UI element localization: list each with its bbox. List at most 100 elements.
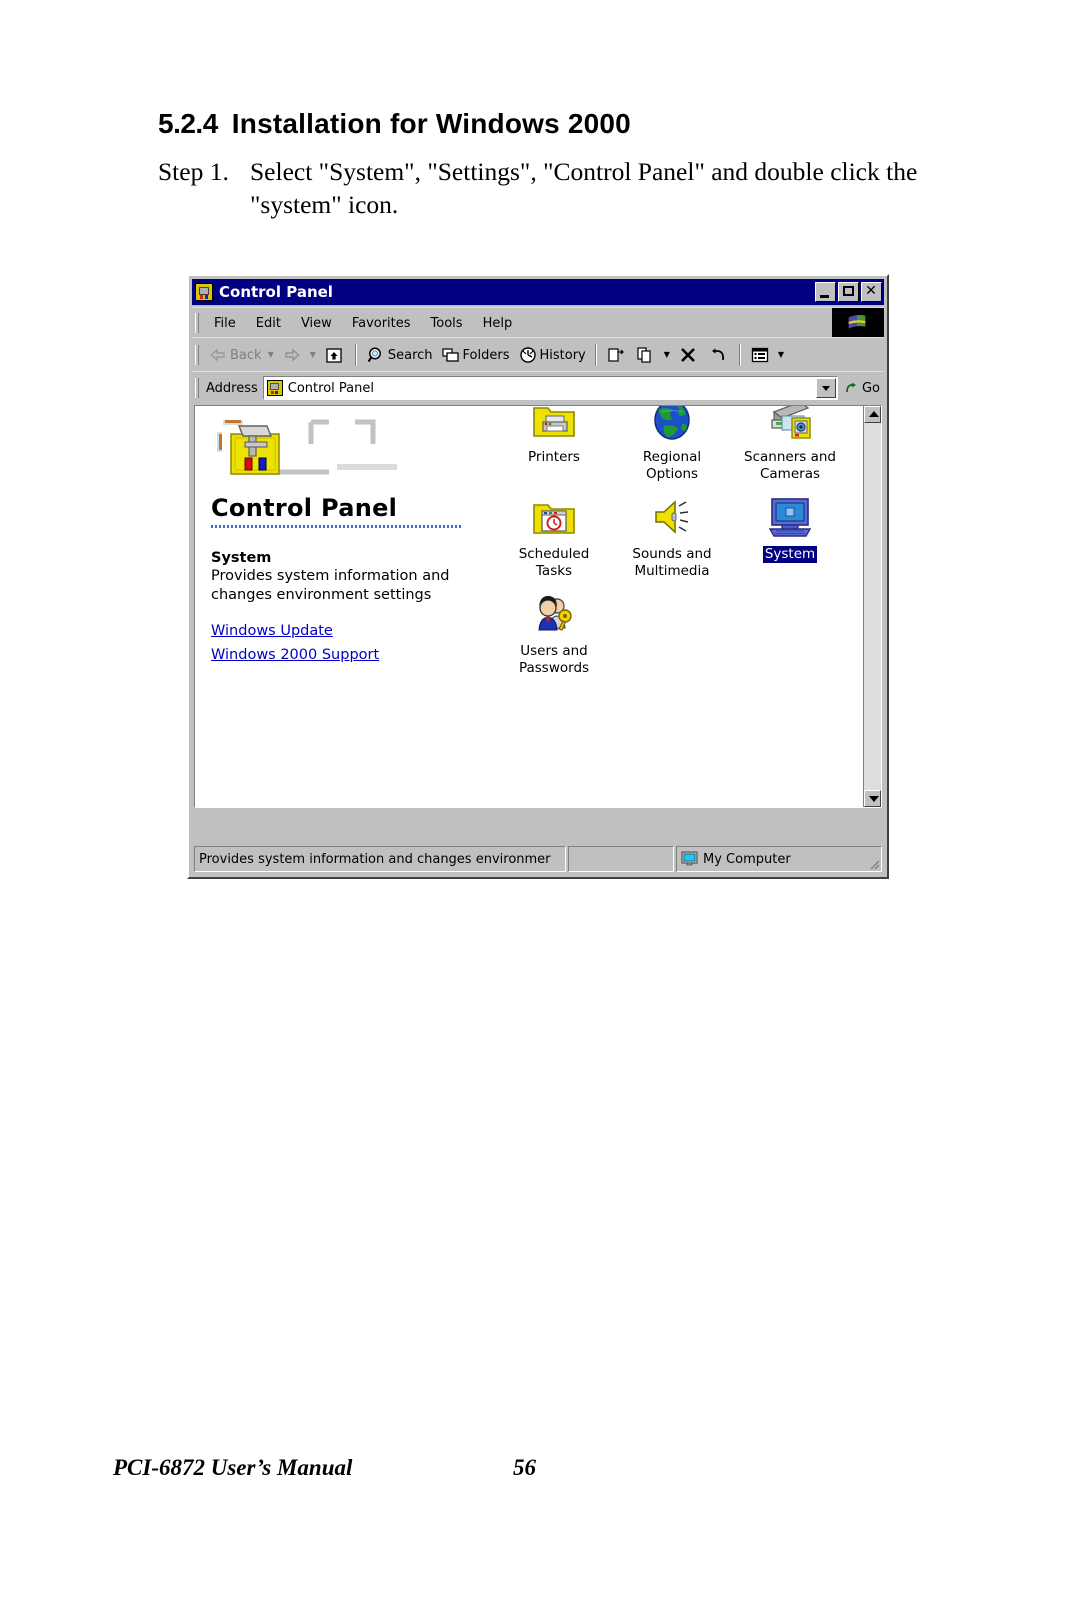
manual-page: 5.2.4 Installation for Windows 2000 Step … — [0, 0, 1080, 1618]
back-dropdown-icon[interactable]: ▼ — [268, 351, 274, 359]
views-icon — [751, 347, 769, 363]
icon-label-scanners-cameras-line1: Scanners and — [744, 449, 836, 465]
undo-icon — [711, 348, 724, 361]
folder-content-area: Control Panel System Provides system inf… — [194, 405, 882, 808]
address-input[interactable]: Control Panel — [262, 376, 838, 400]
menu-bar: File Edit View Favorites Tools Help — [192, 307, 884, 338]
webview-title: Control Panel — [211, 494, 398, 522]
search-icon — [367, 347, 381, 363]
icon-label-regional-options-line1: Regional — [642, 449, 702, 465]
webview-pane: Control Panel System Provides system inf… — [209, 414, 477, 663]
step-paragraph: Step 1. Select "System", "Settings", "Con… — [158, 155, 948, 221]
control-panel-large-icon — [209, 414, 459, 492]
printers-folder-icon — [530, 406, 578, 444]
go-arrow-icon — [846, 382, 856, 393]
windows-2000-support-link[interactable]: Windows 2000 Support — [211, 647, 379, 663]
scanners-cameras-icon — [766, 406, 814, 444]
my-computer-icon — [681, 851, 698, 866]
close-icon[interactable] — [861, 282, 882, 302]
search-label: Search — [387, 347, 433, 363]
move-to-button[interactable] — [602, 341, 632, 369]
go-label: Go — [861, 380, 880, 396]
resize-grip-icon[interactable] — [866, 856, 880, 870]
search-button[interactable]: Search — [362, 341, 437, 369]
minimize-button[interactable] — [815, 282, 836, 302]
sounds-multimedia-speaker-icon — [648, 493, 696, 541]
folders-label: Folders — [462, 347, 510, 363]
control-panel-icon — [195, 283, 213, 301]
windows-2000-support-link-row: Windows 2000 Support — [209, 647, 477, 663]
icon-label-regional-options-line2: Options — [645, 466, 699, 482]
webview-description: Provides system information and changes … — [211, 568, 450, 603]
menubar-grip[interactable] — [195, 313, 199, 333]
menu-item-tools[interactable]: Tools — [421, 314, 473, 333]
users-passwords-icon — [530, 590, 578, 638]
page-footer: PCI-6872 User’s Manual 56 — [0, 1455, 1080, 1495]
windows-update-link-row: Windows Update — [209, 623, 477, 639]
icon-label-users-passwords-line1: Users and — [520, 643, 588, 659]
icon-item-printers[interactable]: Printers — [495, 406, 613, 485]
icon-label-users-passwords-line2: Passwords — [518, 660, 590, 676]
vertical-scrollbar[interactable] — [863, 406, 881, 807]
control-panel-watermark — [217, 419, 397, 475]
status-text: Provides system information and changes … — [194, 846, 566, 872]
page-title: 5.2.4 Installation for Windows 2000 — [158, 108, 631, 140]
address-bar: Address Control Panel Go — [192, 371, 884, 404]
status-zone-panel: My Computer — [676, 846, 882, 872]
windows-update-link[interactable]: Windows Update — [211, 623, 333, 639]
windows-flag-icon — [848, 315, 866, 329]
go-button[interactable]: Go — [838, 380, 884, 396]
toolbar-grip[interactable] — [195, 345, 199, 365]
history-icon — [519, 347, 536, 363]
undo-button[interactable] — [704, 341, 734, 369]
back-button[interactable]: Back — [204, 341, 266, 369]
address-label: Address — [206, 380, 258, 396]
menu-item-help[interactable]: Help — [473, 314, 523, 333]
menu-item-edit[interactable]: Edit — [246, 314, 291, 333]
icon-item-scanners-cameras[interactable]: Scanners and Cameras — [731, 406, 849, 485]
copy-to-icon — [637, 347, 651, 363]
scroll-down-icon[interactable] — [864, 790, 881, 807]
maximize-button[interactable] — [838, 282, 859, 302]
icon-label-scheduled-tasks-line1: Scheduled — [518, 546, 590, 562]
icon-row-1: Printers Regional Options Scanners and C… — [495, 406, 857, 485]
icon-grid: Dial-up Conn... Modem ... — [495, 406, 857, 679]
forward-button[interactable] — [278, 341, 308, 369]
forward-arrow-icon — [285, 348, 300, 362]
views-button[interactable] — [746, 341, 776, 369]
copy-to-button[interactable] — [632, 341, 662, 369]
icon-label-scheduled-tasks-line2: Tasks — [535, 563, 573, 579]
icon-item-system[interactable]: System — [731, 485, 849, 582]
address-dropdown-icon[interactable] — [815, 378, 836, 398]
icon-label-sounds-multimedia-line2: Multimedia — [634, 563, 710, 579]
icon-item-regional-options[interactable]: Regional Options — [613, 406, 731, 485]
status-bar: Provides system information and changes … — [194, 846, 882, 872]
folders-button[interactable]: Folders — [437, 341, 514, 369]
menu-item-view[interactable]: View — [291, 314, 342, 333]
copy-to-dropdown-icon[interactable]: ▼ — [664, 351, 670, 359]
up-button[interactable] — [320, 341, 350, 369]
icon-item-users-passwords[interactable]: Users and Passwords — [495, 582, 613, 679]
views-dropdown-icon[interactable]: ▼ — [778, 351, 784, 359]
history-button[interactable]: History — [514, 341, 590, 369]
scheduled-tasks-folder-icon — [530, 493, 578, 541]
section-title: Installation for Windows 2000 — [231, 108, 631, 139]
window-titlebar[interactable]: Control Panel — [192, 279, 884, 305]
icon-item-scheduled-tasks[interactable]: Scheduled Tasks — [495, 485, 613, 582]
addressbar-grip[interactable] — [195, 378, 199, 398]
icon-item-sounds-multimedia[interactable]: Sounds and Multimedia — [613, 485, 731, 582]
icon-row-2: Scheduled Tasks Sounds and Multimedia Sy… — [495, 485, 857, 582]
address-value: Control Panel — [287, 380, 374, 396]
windows-flag-logo — [832, 308, 884, 338]
menu-item-favorites[interactable]: Favorites — [342, 314, 421, 333]
history-label: History — [539, 347, 586, 363]
webview-selected-item: System — [211, 550, 272, 566]
toolbar-separator-2 — [594, 344, 597, 366]
status-panel-2 — [568, 846, 674, 872]
delete-button[interactable] — [674, 341, 704, 369]
icon-row-3: Users and Passwords — [495, 582, 857, 679]
forward-dropdown-icon[interactable]: ▼ — [310, 351, 316, 359]
regional-options-globe-icon — [648, 406, 696, 444]
scroll-up-icon[interactable] — [864, 406, 881, 423]
menu-item-file[interactable]: File — [204, 314, 246, 333]
